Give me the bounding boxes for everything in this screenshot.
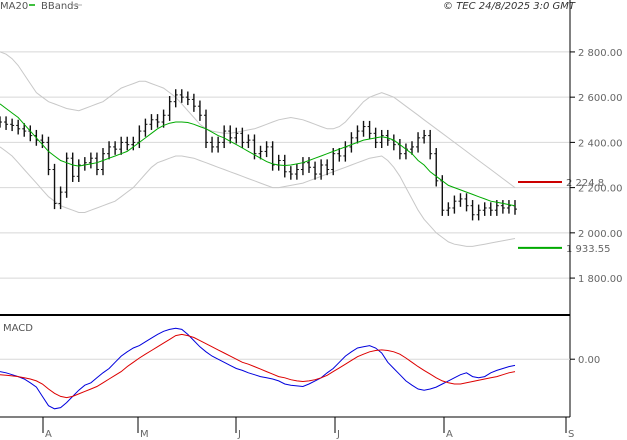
macd-line [0, 327, 516, 410]
x-axis-month-label: A [446, 429, 453, 440]
macd-y-tick-label: 0.00 [578, 355, 600, 366]
price-y-tick-label: 2 800.00 [578, 48, 623, 59]
price-marker-label: 2 224.8 [566, 178, 604, 189]
price-y-tick-label: 2 400.00 [578, 138, 623, 149]
bbands-lower-line [0, 146, 516, 247]
copyright-text: © TEC 24/8/2025 3:0 GMT [443, 1, 576, 12]
price-candles [0, 89, 517, 221]
macd-y-axis: 0.00 [570, 355, 600, 366]
stock-chart: MA20 BBands © TEC 24/8/2025 3:0 GMT 2 80… [0, 0, 623, 440]
x-axis-month-label: J [336, 429, 340, 440]
price-y-tick-label: 2 600.00 [578, 93, 623, 104]
x-axis-month-label: J [237, 429, 241, 440]
ma20-line [0, 103, 516, 207]
x-axis-month-label: M [140, 429, 149, 440]
x-axis-month-label: S [568, 429, 574, 440]
x-axis: AMJJAS [42, 417, 574, 440]
price-marker-label: 1 933.55 [566, 244, 611, 255]
legend-bbands: BBands [41, 1, 79, 12]
x-axis-month-label: A [45, 429, 52, 440]
price-y-tick-label: 1 800.00 [578, 274, 623, 285]
legend-ma20: MA20 [0, 1, 28, 12]
macd-title: MACD [3, 323, 33, 334]
bbands-upper-line [0, 51, 516, 189]
price-y-tick-label: 2 000.00 [578, 229, 623, 240]
signal-line [0, 333, 516, 399]
